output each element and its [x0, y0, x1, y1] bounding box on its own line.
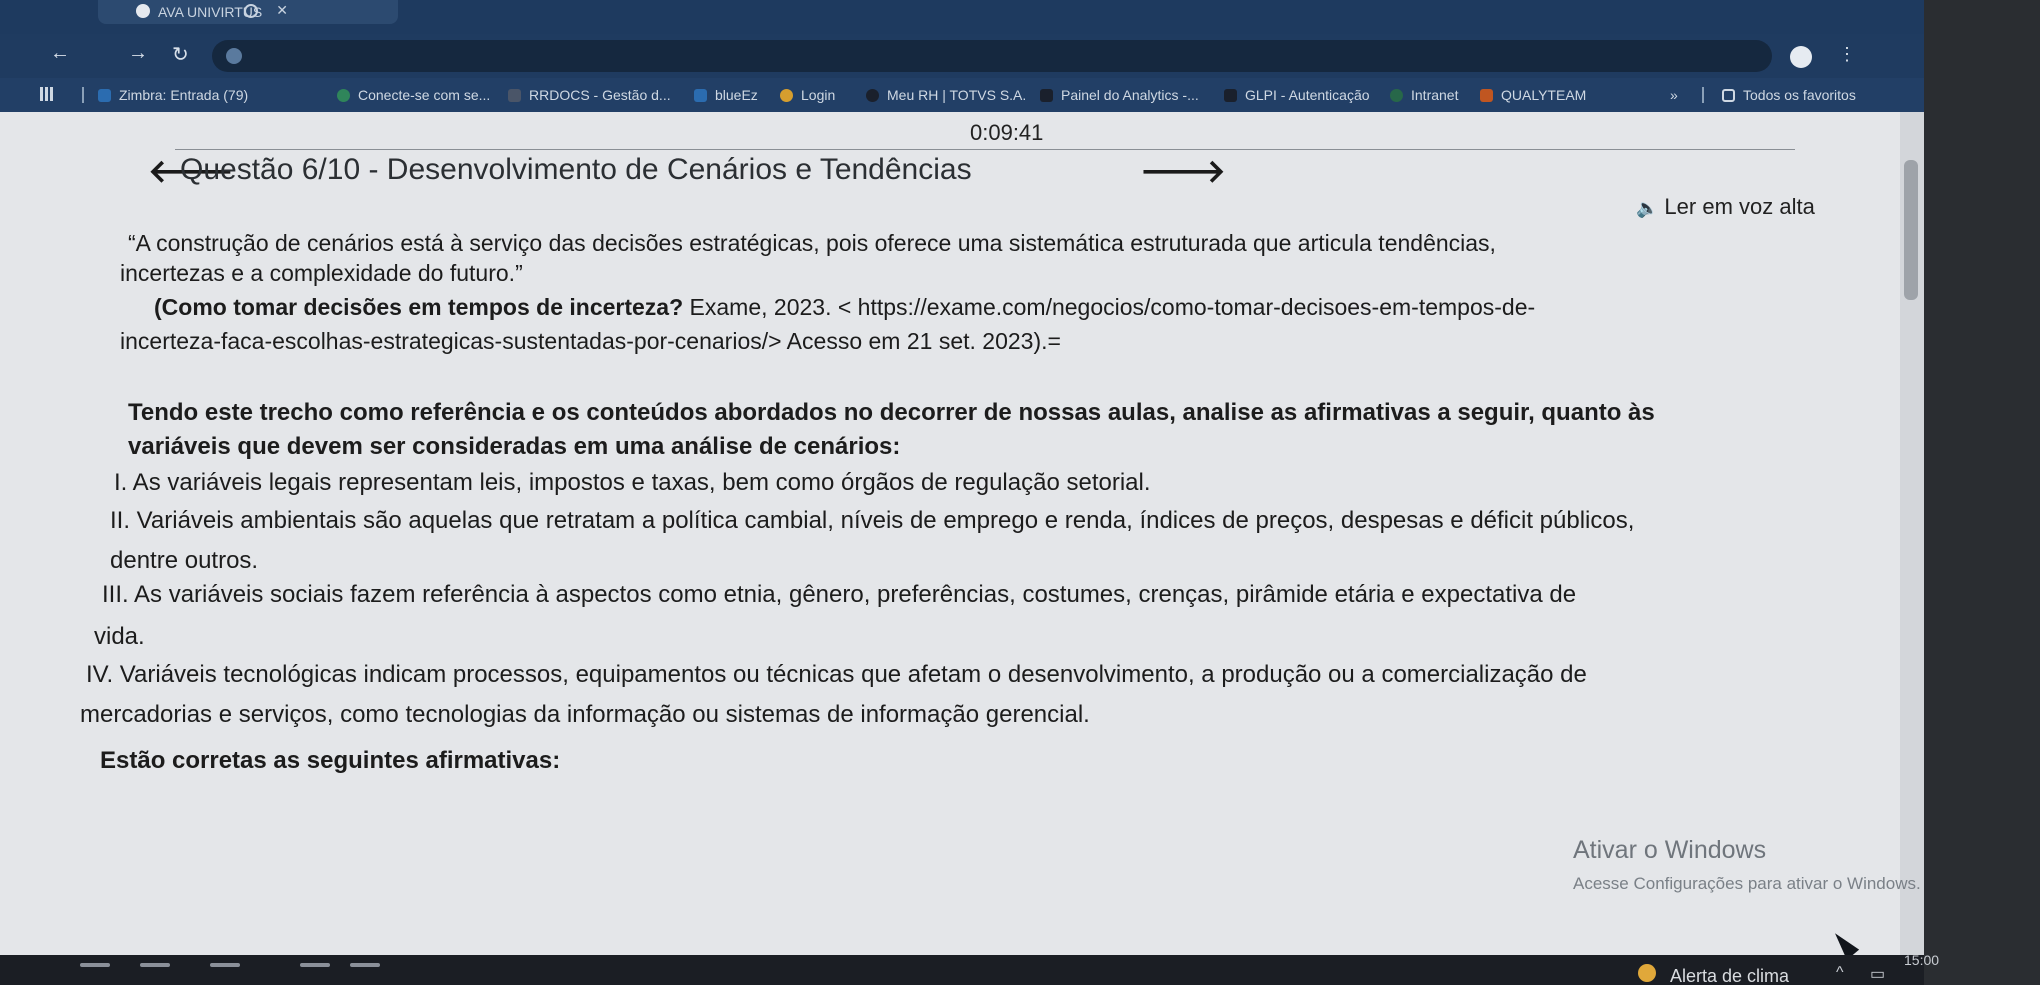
browser-menu-icon[interactable]: ⋮ — [1838, 44, 1856, 65]
all-bookmarks-folder[interactable]: Todos os favoritos — [1722, 87, 1856, 103]
totvs-icon — [866, 89, 879, 102]
bookmark-item[interactable]: Meu RH | TOTVS S.A. — [866, 87, 1026, 103]
quote-line: incertezas e a complexidade do futuro.” — [120, 260, 523, 286]
taskbar-app[interactable] — [350, 963, 380, 967]
system-clock[interactable]: 15:00 — [1904, 952, 1939, 968]
header-divider — [175, 149, 1795, 150]
display-icon[interactable]: ▭ — [1870, 964, 1885, 984]
taskbar-app[interactable] — [80, 963, 110, 967]
reload-icon[interactable]: ↻ — [172, 42, 189, 67]
site-favicon-icon — [136, 4, 150, 18]
statement-item: IV. Variáveis tecnológicas indicam proce… — [86, 661, 1587, 688]
statement-item: I. As variáveis legais representam leis,… — [114, 469, 1151, 496]
screen: AVA UNIVIRTUS ✕ ← → ↻ ⋮ Zimbra: Entrada … — [0, 0, 2040, 985]
bookmark-item[interactable]: Intranet — [1390, 87, 1458, 103]
taskbar-app[interactable] — [210, 963, 240, 967]
address-bar[interactable] — [212, 40, 1772, 72]
taskbar — [0, 955, 1924, 985]
statement-item-continuation: dentre outros. — [110, 547, 259, 574]
weather-alert-icon[interactable] — [1638, 964, 1656, 982]
bookmark-item[interactable]: Login — [780, 87, 835, 103]
bookmark-item[interactable]: blueEz — [694, 87, 758, 103]
source-title: (Como tomar decisões em tempos de incert… — [154, 294, 684, 320]
browser-toolbar: ← → ↻ ⋮ — [0, 34, 2040, 78]
taskbar-app[interactable] — [300, 963, 330, 967]
bookmarks-divider — [1702, 87, 1704, 103]
prompt-line: Tendo este trecho como referência e os c… — [128, 399, 1655, 426]
question-title: Questão 6/10 - Desenvolvimento de Cenári… — [180, 153, 972, 186]
back-icon[interactable]: ← — [50, 42, 70, 65]
more-bookmarks-icon[interactable]: » — [1670, 87, 1678, 103]
bookmark-item[interactable]: QUALYTEAM — [1480, 87, 1586, 103]
folder-icon — [1722, 89, 1735, 102]
speaker-icon: 🔈 — [1636, 198, 1659, 218]
bookmarks-divider — [82, 87, 84, 103]
scrollbar-thumb[interactable] — [1904, 160, 1918, 300]
mail-icon — [98, 89, 111, 102]
browser-tab-strip: AVA UNIVIRTUS ✕ — [0, 0, 2040, 34]
windows-activation-title: Ativar o Windows — [1573, 836, 1767, 864]
read-aloud-label: Ler em voz alta — [1664, 194, 1815, 219]
read-aloud-button[interactable]: 🔈 Ler em voz alta — [1636, 194, 1815, 220]
bookmarks-bar: Zimbra: Entrada (79) Conecte-se com se..… — [0, 78, 2040, 112]
intranet-icon — [1390, 89, 1403, 102]
bird-icon — [694, 89, 707, 102]
conclusion-prompt: Estão corretas as seguintes afirmativas: — [100, 747, 561, 774]
next-question-arrow-icon[interactable]: 🡒 — [1140, 151, 1226, 190]
profile-avatar[interactable] — [1790, 46, 1812, 68]
source-citation: (Como tomar decisões em tempos de incert… — [154, 292, 1535, 322]
forward-icon[interactable]: → — [128, 42, 148, 65]
tray-chevron-icon[interactable]: ^ — [1836, 964, 1844, 982]
statement-item: III. As variáveis sociais fazem referênc… — [102, 581, 1577, 608]
site-info-icon[interactable] — [226, 48, 242, 64]
source-citation-line: incerteza-faca-escolhas-estrategicas-sus… — [120, 328, 1061, 354]
browser-tab[interactable]: AVA UNIVIRTUS ✕ — [98, 0, 398, 24]
analytics-icon — [1040, 89, 1053, 102]
bookmark-item[interactable]: Conecte-se com se... — [337, 87, 490, 103]
bookmark-item[interactable]: Zimbra: Entrada (79) — [98, 87, 248, 103]
windows-activation-subtitle: Acesse Configurações para ativar o Windo… — [1573, 874, 1921, 893]
quote-line: “A construção de cenários está à serviço… — [128, 230, 1496, 256]
quiz-timer: 0:09:41 — [970, 120, 1044, 145]
document-icon — [508, 89, 521, 102]
taskbar-app[interactable] — [140, 963, 170, 967]
source-text: Exame, 2023. < https://exame.com/negocio… — [683, 294, 1536, 320]
recording-icon — [244, 4, 258, 18]
weather-alert[interactable]: Alerta de clima — [1670, 966, 1789, 985]
close-tab-icon[interactable]: ✕ — [276, 2, 288, 19]
statement-item-continuation: mercadorias e serviços, como tecnologias… — [80, 701, 1090, 728]
bookmark-item[interactable]: RRDOCS - Gestão d... — [508, 87, 671, 103]
bookmark-item[interactable]: Painel do Analytics -... — [1040, 87, 1199, 103]
qualyteam-icon — [1480, 89, 1493, 102]
statement-item-continuation: vida. — [94, 623, 145, 650]
glpi-icon — [1224, 89, 1237, 102]
statement-item: II. Variáveis ambientais são aquelas que… — [110, 507, 1635, 534]
globe-icon — [337, 89, 350, 102]
screen-bezel — [1924, 0, 2040, 985]
apps-grid-icon[interactable] — [40, 87, 54, 101]
prompt-line: variáveis que devem ser consideradas em … — [128, 433, 901, 460]
power-icon — [780, 89, 793, 102]
bookmark-item[interactable]: GLPI - Autenticação — [1224, 87, 1370, 103]
